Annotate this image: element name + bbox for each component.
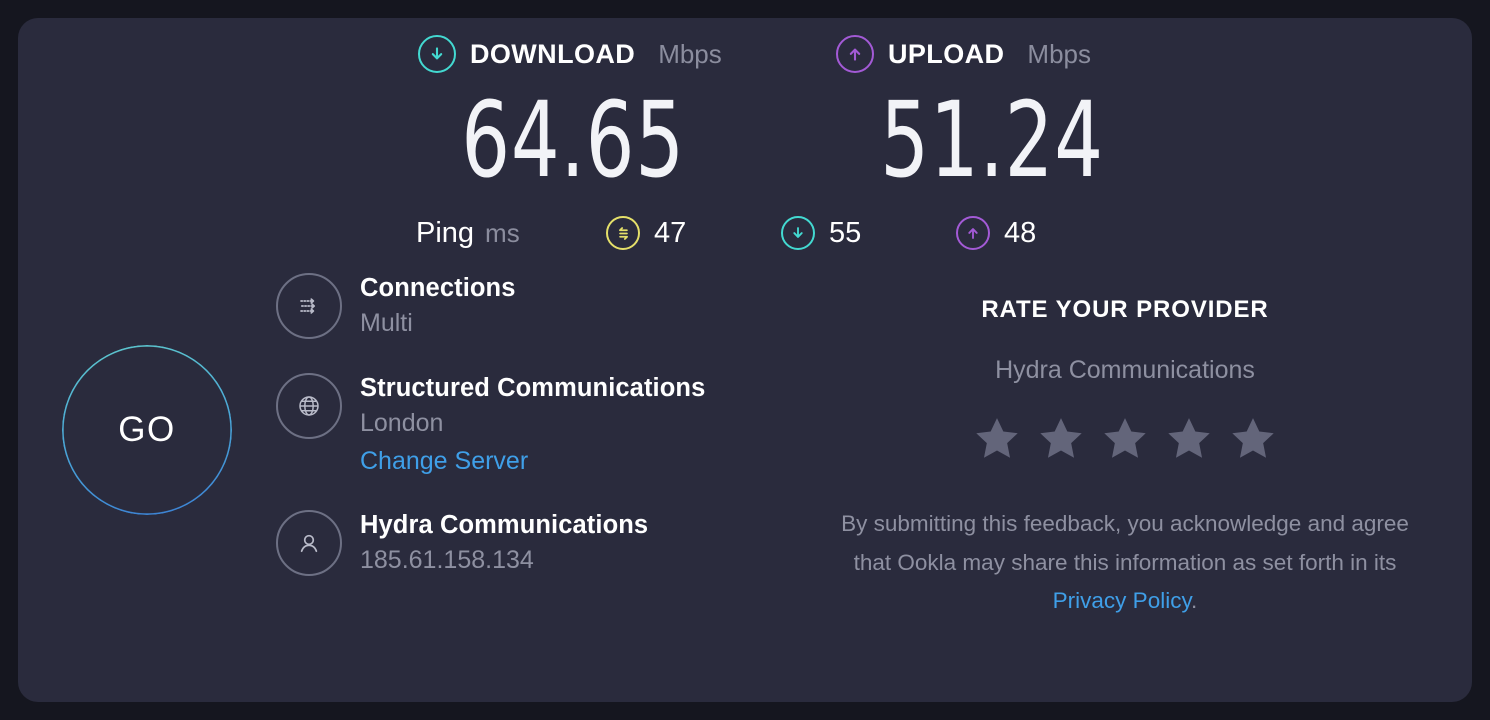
disclaimer-text-before: By submitting this feedback, you acknowl…: [841, 511, 1409, 575]
ping-idle-value: 47: [654, 216, 687, 249]
go-button[interactable]: GO: [62, 345, 232, 515]
connection-info-panel: Connections Multi Structured Communicati…: [258, 273, 728, 580]
upload-value: 51.24: [880, 79, 1104, 201]
ping-unit: ms: [485, 217, 520, 248]
connections-detail: Multi: [360, 309, 413, 338]
rate-provider-panel: RATE YOUR PROVIDER Hydra Communications: [778, 296, 1472, 621]
star-rating-2[interactable]: [1038, 415, 1084, 461]
star-rating-4[interactable]: [1166, 415, 1212, 461]
disclaimer-text-after: .: [1191, 588, 1198, 614]
isp-name: Hydra Communications: [360, 510, 649, 539]
download-unit: Mbps: [658, 38, 722, 69]
isp-ip-address: 185.61.158.134: [360, 545, 534, 574]
ping-row: Ping ms 47 55 48: [18, 206, 1472, 260]
upload-label-row: UPLOAD Mbps: [758, 32, 1108, 76]
upload-result-block: UPLOAD Mbps 51.24: [758, 32, 1108, 192]
speed-results-row: DOWNLOAD Mbps 64.65 UPLOAD Mbps 51.24: [18, 32, 1472, 192]
rate-provider-heading: RATE YOUR PROVIDER: [981, 296, 1269, 323]
ping-upload-value: 48: [1004, 216, 1037, 249]
star-rating-1[interactable]: [974, 415, 1020, 461]
connections-title: Connections: [360, 274, 516, 302]
server-title: Structured Communications: [360, 374, 706, 403]
privacy-policy-link[interactable]: Privacy Policy: [1053, 588, 1191, 613]
ping-download-item: 55: [781, 216, 861, 250]
download-result-block: DOWNLOAD Mbps 64.65: [348, 32, 722, 201]
upload-label: UPLOAD: [888, 38, 1005, 69]
download-label-row: DOWNLOAD Mbps: [348, 32, 722, 76]
connections-info-item: Connections Multi: [258, 273, 728, 339]
multi-connection-icon: [276, 273, 342, 339]
download-value: 64.65: [461, 79, 685, 201]
ping-download-value: 55: [829, 216, 862, 249]
ping-label: Ping: [416, 216, 475, 249]
upload-unit: Mbps: [1027, 38, 1091, 69]
change-server-link[interactable]: Change Server: [360, 447, 528, 476]
upload-arrow-icon: [836, 35, 874, 73]
person-icon: [276, 509, 342, 576]
ping-label-group: Ping ms: [416, 217, 520, 250]
star-rating-3[interactable]: [1102, 415, 1148, 461]
isp-info-item: Hydra Communications 185.61.158.134: [258, 509, 728, 576]
server-info-item: Structured Communications London Change …: [258, 373, 728, 475]
speedtest-result-page: DOWNLOAD Mbps 64.65 UPLOAD Mbps 51.24 Pi…: [0, 0, 1490, 720]
download-arrow-icon: [781, 216, 815, 250]
star-rating-5[interactable]: [1230, 415, 1276, 461]
go-button-label: GO: [118, 410, 176, 449]
server-location: London: [360, 409, 444, 438]
ping-idle-item: 47: [606, 216, 686, 250]
upload-arrow-icon: [956, 216, 990, 250]
globe-icon: [276, 373, 342, 440]
result-card: DOWNLOAD Mbps 64.65 UPLOAD Mbps 51.24 Pi…: [18, 18, 1472, 702]
ping-upload-item: 48: [956, 216, 1036, 250]
download-label: DOWNLOAD: [470, 38, 636, 69]
star-rating[interactable]: [778, 415, 1472, 461]
rate-provider-name: Hydra Communications: [995, 356, 1255, 384]
feedback-disclaimer: By submitting this feedback, you acknowl…: [778, 505, 1472, 621]
bidirectional-arrows-icon: [606, 216, 640, 250]
download-arrow-icon: [418, 35, 456, 73]
